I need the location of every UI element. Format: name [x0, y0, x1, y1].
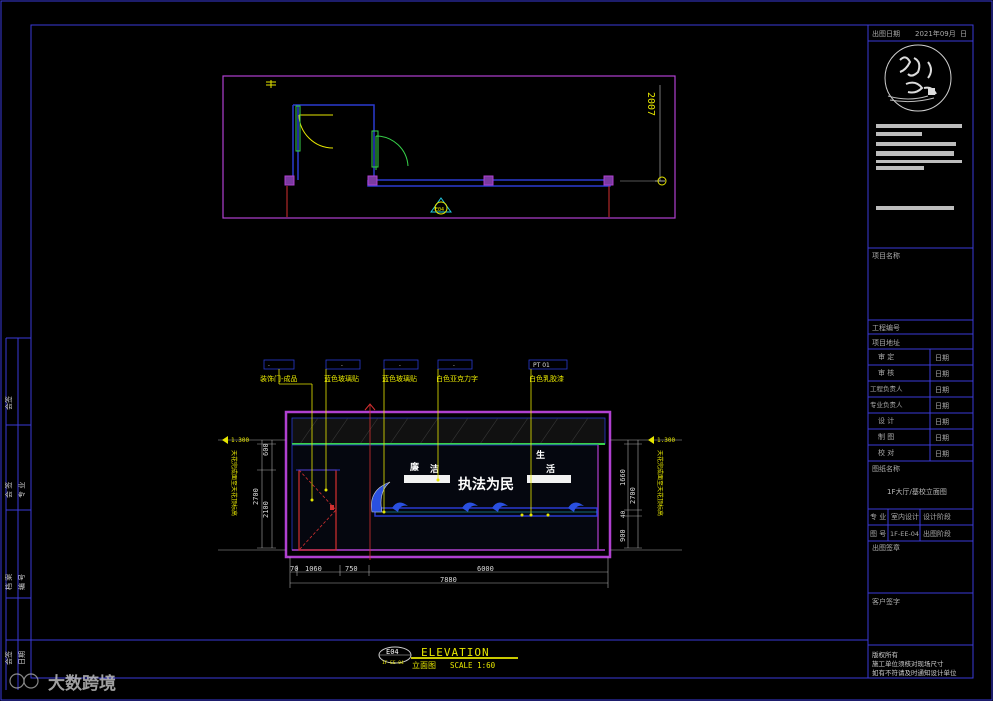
caption-scale: SCALE 1:60 [450, 661, 496, 670]
project-name-label: 项目名称 [872, 251, 900, 260]
elevation-char-right: 生 [536, 449, 545, 461]
draw-date: 日期 [935, 434, 949, 442]
dim-right-2: 2700 [629, 487, 637, 504]
callout-label-acrylic: 白色亚克力字 [436, 374, 478, 383]
dim-left-1: 600 [262, 443, 270, 456]
stage-label: 出图阶段 [923, 529, 951, 538]
callout-tag-2: - [341, 363, 343, 369]
left-strip-row3a: 档 案 [4, 574, 13, 590]
left-strip-row2b: 专 业 [17, 482, 26, 498]
project-no-label: 工程编号 [872, 323, 900, 332]
level-mark-right [648, 436, 654, 444]
elevation-char-right2: 活 [546, 463, 555, 475]
elevation-char-left: 廉 [410, 461, 419, 473]
drawing-name-value: 1F大厅/基校立面图 [887, 487, 947, 496]
plan-view-frame [222, 75, 676, 219]
rights-line-3: 如有不符请及时通知设计单位 [872, 668, 957, 677]
dim-right-1: 1660 [619, 469, 627, 486]
dim-total: 7880 [440, 576, 457, 584]
discipline-value: 室内设计 [891, 512, 919, 521]
sheet-no-value: 1F-EE-04 [890, 530, 919, 538]
stage-value: 设计阶段 [923, 512, 951, 521]
elevation-slogan: 执法为民 [458, 476, 514, 493]
dim-bottom-1: 70 [290, 565, 298, 573]
check-label: 校 对 [878, 448, 894, 457]
design-label: 设 计 [878, 416, 894, 425]
dim-bottom-3: 750 [345, 565, 358, 573]
date-value: 2021年09月 [915, 29, 956, 38]
date-suffix: 日 [960, 30, 967, 38]
left-strip-row1: 会签 [4, 396, 13, 410]
callout-label-paint: 白色乳胶漆 [529, 374, 564, 383]
dim-bottom-4: 6000 [477, 565, 494, 573]
level-label-left: 1.300 [231, 437, 249, 444]
cad-drawing-sheet: 会签 会 签 专 业 档 案 编 号 会签 日期 出图日期 2021年09月 日… [0, 0, 993, 701]
dim-left-2: 2700 [252, 488, 260, 505]
elevation-view: 廉 洁 生 活 执法为民 - - - - PT 01 装饰门-成品 蓝色玻璃贴 … [218, 359, 682, 588]
rights-line-2: 施工单位须核对现场尺寸 [872, 659, 944, 668]
discipline-label: 专 业 [870, 512, 886, 521]
plan-index-label: E04 [435, 207, 444, 213]
engineer-date: 日期 [935, 386, 949, 394]
vertical-note-left: 天花完成面至天花顶标高 [230, 450, 238, 516]
studio-logo-seal [884, 44, 952, 112]
dim-right-4: 900 [619, 529, 627, 542]
caption-index: E04 [386, 648, 399, 656]
rights-line-1: 版权所有 [872, 650, 899, 659]
caption-sub-index: 1F-EE-04 [382, 660, 404, 666]
approve-date: 日期 [935, 354, 949, 362]
plan-dimension: 2007 [645, 92, 656, 116]
left-strip-row4b: 日期 [18, 651, 26, 665]
watermark: 大数跨境 [9, 673, 116, 694]
pro-engineer-label: 专业负责人 [870, 400, 903, 409]
callout-tag-5: PT 01 [533, 362, 550, 369]
sheet-outer-border [0, 0, 993, 701]
project-addr-label: 项目地址 [872, 338, 900, 347]
watermark-brand: 大数跨境 [48, 673, 116, 694]
caption-title-cn: 立面图 [412, 660, 436, 670]
vertical-note-right: 天花完成面至天花顶标高 [656, 450, 664, 516]
draw-label: 制 图 [878, 432, 894, 441]
client-label: 客户签字 [872, 597, 900, 606]
elevation-index-marker: E04 [430, 197, 452, 215]
seal-label: 出图签章 [872, 543, 900, 552]
caption-title-en: ELEVATION [421, 646, 490, 659]
title-block: 出图日期 2021年09月 日 项目名称 工程编号 项目地址 审 定 日期 审 … [868, 29, 973, 677]
callout-label-glass-2: 蓝色玻璃贴 [382, 374, 417, 383]
design-date: 日期 [935, 418, 949, 426]
plan-view: 2007 E04 [222, 75, 676, 219]
left-strip-row2a: 会 签 [4, 482, 13, 498]
watermark-logo-icon [9, 673, 25, 689]
callout-tag-1: - [268, 363, 270, 369]
dim-bottom-2: 1060 [305, 565, 322, 573]
approve-label: 审 定 [878, 352, 894, 361]
date-label: 出图日期 [872, 29, 900, 38]
left-strip-row4a: 会签 [4, 651, 13, 665]
sheet-inner-border [30, 24, 974, 679]
dim-left-3: 2100 [262, 501, 270, 518]
engineer-label: 工程负责人 [870, 384, 903, 393]
check-date: 日期 [935, 450, 949, 458]
callout-tag-4: - [453, 363, 455, 369]
pro-engineer-date: 日期 [935, 402, 949, 410]
drawing-name-label: 图纸名称 [872, 464, 900, 473]
callout-label-door: 装饰门-成品 [260, 374, 298, 383]
dim-right-3: 40 [620, 510, 627, 518]
sheet-no-label: 图 号 [870, 530, 886, 538]
callout-label-glass-1: 蓝色玻璃贴 [324, 374, 359, 383]
level-label-right: 1.300 [657, 437, 675, 444]
level-mark-left [222, 436, 228, 444]
callout-tag-3: - [399, 363, 401, 369]
review-date: 日期 [935, 370, 949, 378]
review-label: 审 核 [878, 368, 894, 377]
left-strip-row3b: 编 号 [17, 574, 26, 590]
left-signature-strip: 会签 会 签 专 业 档 案 编 号 会签 日期 [4, 337, 31, 690]
drawing-caption: E04 1F-EE-04 ELEVATION 立面图 SCALE 1:60 [378, 646, 518, 670]
